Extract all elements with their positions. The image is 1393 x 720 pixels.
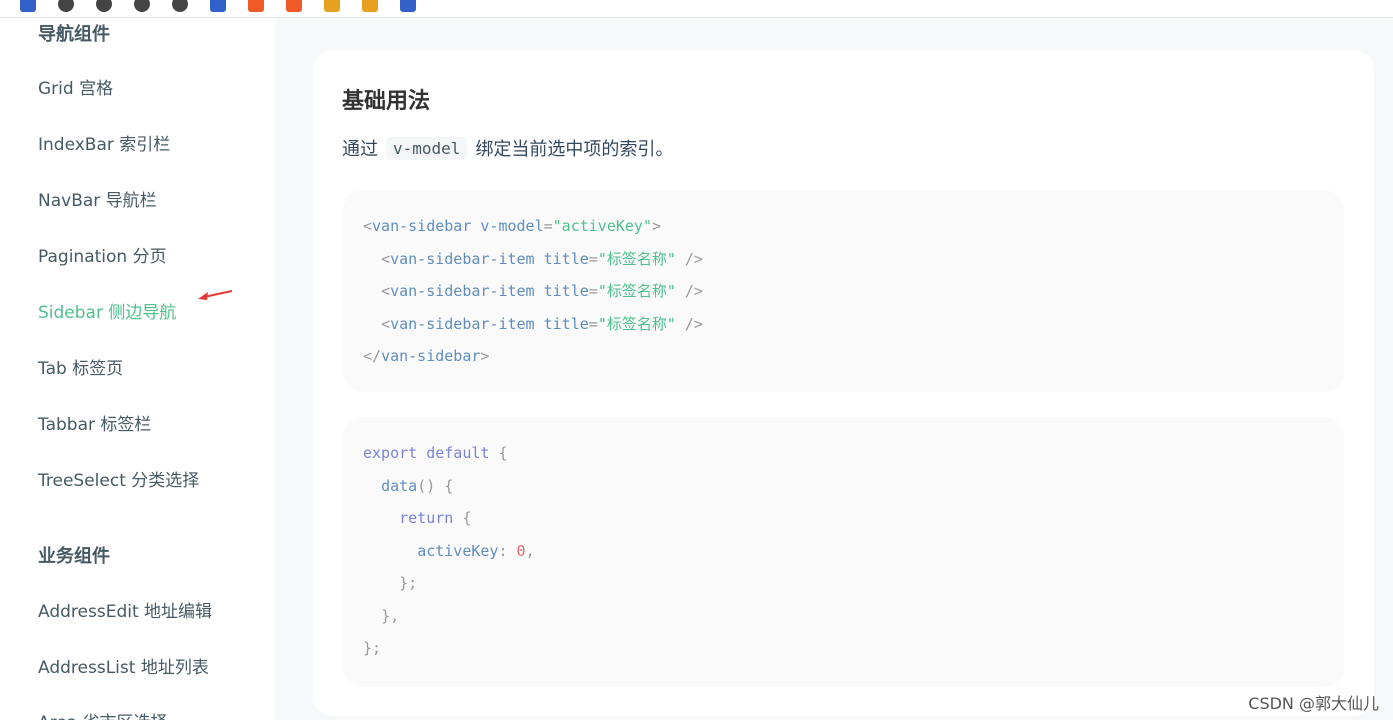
nav-item-addressedit[interactable]: AddressEdit 地址编辑 bbox=[38, 597, 212, 622]
code-line: </van-sidebar> bbox=[363, 347, 490, 365]
red-arrow-annotation bbox=[198, 290, 233, 300]
demo-card: 基础用法 通过 v-model 绑定当前选中项的索引。 <van-sidebar… bbox=[313, 50, 1374, 716]
bookmark[interactable] bbox=[400, 0, 416, 12]
nav-item-tabbar[interactable]: Tabbar 标签栏 bbox=[38, 410, 151, 435]
nav-item-indexbar[interactable]: IndexBar 索引栏 bbox=[38, 130, 170, 155]
inline-code: v-model bbox=[386, 136, 468, 160]
nav-icon bbox=[324, 0, 340, 12]
nav-item-treeselect[interactable]: TreeSelect 分类选择 bbox=[38, 466, 199, 491]
globe-icon bbox=[58, 0, 74, 12]
baidu-icon bbox=[400, 0, 416, 12]
watermark: CSDN @郭大仙儿 bbox=[1248, 694, 1379, 713]
section-title: 基础用法 bbox=[342, 89, 431, 114]
section-description: 通过 v-model 绑定当前选中项的索引。 bbox=[342, 135, 673, 161]
code-line: }, bbox=[381, 606, 400, 625]
bookmark[interactable] bbox=[248, 0, 264, 12]
nav-icon bbox=[362, 0, 378, 12]
code-line: <van-sidebar-item title="标签名称" /> bbox=[381, 282, 703, 300]
globe-icon bbox=[96, 0, 112, 12]
globe-icon bbox=[172, 0, 188, 12]
bookmark[interactable] bbox=[362, 0, 378, 12]
nav-item-pagination[interactable]: Pagination 分页 bbox=[38, 242, 167, 267]
nav-item-sidebar[interactable]: Sidebar 侧边导航 bbox=[38, 298, 176, 323]
code-line: }; bbox=[363, 639, 382, 657]
csdn-icon bbox=[248, 0, 264, 12]
code-line: }; bbox=[399, 574, 418, 592]
bookmark[interactable] bbox=[20, 0, 36, 12]
code-line: <van-sidebar-item title="标签名称" /> bbox=[381, 314, 703, 333]
code-line: data() { bbox=[381, 476, 454, 495]
code-block-script: export default { data() { return { activ… bbox=[343, 417, 1344, 687]
bookmark[interactable] bbox=[172, 0, 188, 12]
group-title-navigation: 导航组件 bbox=[38, 24, 110, 45]
code-line: return { bbox=[399, 509, 472, 527]
desc-suffix: 绑定当前选中项的索引。 bbox=[475, 139, 674, 160]
nav-item-addresslist[interactable]: AddressList 地址列表 bbox=[38, 653, 209, 678]
csdn-icon bbox=[286, 0, 302, 12]
baidu-icon bbox=[20, 0, 36, 12]
globe-icon bbox=[134, 0, 150, 12]
nav-item-navbar[interactable]: NavBar 导航栏 bbox=[38, 186, 157, 211]
bookmarks-bar bbox=[0, 0, 1393, 18]
nav-item-area[interactable]: Area 省市区选择 bbox=[38, 708, 168, 720]
bookmark[interactable] bbox=[324, 0, 340, 12]
group-title-business: 业务组件 bbox=[38, 546, 110, 567]
bookmark[interactable] bbox=[96, 0, 112, 12]
nav-item-tab[interactable]: Tab 标签页 bbox=[38, 354, 123, 379]
bookmark[interactable] bbox=[286, 0, 302, 12]
code-line: export default { bbox=[363, 444, 508, 462]
bookmark[interactable] bbox=[58, 0, 74, 12]
bookmark[interactable] bbox=[210, 0, 226, 12]
desc-prefix: 通过 bbox=[342, 139, 378, 160]
code-block-template: <van-sidebar v-model="activeKey"> <van-s… bbox=[343, 190, 1344, 392]
nav-item-grid[interactable]: Grid 宫格 bbox=[38, 74, 113, 99]
baidu-icon bbox=[210, 0, 226, 12]
sidebar-nav: 导航组件 Grid 宫格 IndexBar 索引栏 NavBar 导航栏 Pag… bbox=[0, 18, 275, 720]
code-line: <van-sidebar-item title="标签名称" /> bbox=[381, 249, 703, 268]
code-line: <van-sidebar v-model="activeKey"> bbox=[363, 217, 662, 235]
bookmark[interactable] bbox=[134, 0, 150, 12]
code-line: activeKey: 0, bbox=[417, 541, 535, 560]
